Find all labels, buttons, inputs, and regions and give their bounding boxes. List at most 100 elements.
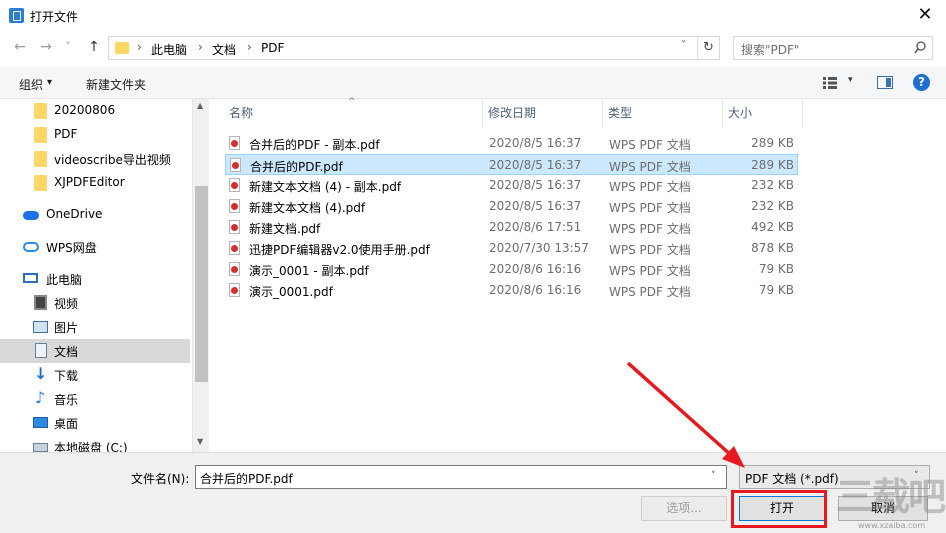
file-size: 492 KB: [751, 220, 794, 234]
file-size: 232 KB: [751, 199, 794, 213]
file-row[interactable]: 新建文本文档 (4) - 副本.pdf 2020/8/5 16:37 WPS P…: [225, 175, 798, 196]
window-title: 打开文件: [30, 10, 79, 24]
sidebar-item-desktop[interactable]: 桌面: [0, 411, 190, 435]
file-name: 合并后的PDF.pdf: [250, 160, 343, 174]
sidebar-item-label: videoscribe导出视频: [54, 153, 171, 167]
address-bar[interactable]: › 此电脑 › 文档 › PDF ˅: [108, 36, 698, 60]
sidebar-item-music[interactable]: ♪ 音乐: [0, 387, 190, 411]
sidebar-item-label: 图片: [54, 321, 79, 335]
file-type: WPS PDF 文档: [609, 264, 691, 278]
column-header-type[interactable]: 类型: [603, 99, 723, 127]
picture-icon: [33, 321, 48, 333]
preview-pane-icon[interactable]: [877, 76, 893, 89]
file-modified: 2020/8/6 16:16: [489, 262, 582, 276]
sidebar-item-wps-cloud[interactable]: WPS网盘: [0, 235, 190, 259]
download-icon: ↓: [34, 364, 48, 383]
sidebar-scrollbar[interactable]: ▲ ▼: [192, 99, 209, 452]
help-icon[interactable]: ?: [913, 74, 930, 91]
file-row[interactable]: 演示_0001.pdf 2020/8/6 16:16 WPS PDF 文档 79…: [225, 280, 798, 301]
sidebar-item-onedrive[interactable]: OneDrive: [0, 203, 190, 227]
pdf-file-icon: [229, 199, 240, 213]
sidebar-item-label: 视频: [54, 297, 79, 311]
file-modified: 2020/8/6 16:16: [489, 283, 582, 297]
file-size: 79 KB: [758, 262, 794, 276]
file-type: WPS PDF 文档: [609, 201, 691, 215]
scrollbar-thumb[interactable]: [195, 186, 208, 382]
pdf-file-icon: [229, 136, 240, 150]
pdf-file-icon: [229, 178, 240, 192]
breadcrumb-documents[interactable]: 文档: [212, 41, 236, 58]
sidebar-item-downloads[interactable]: ↓ 下载: [0, 363, 190, 387]
watermark-logo: 三载吧: [836, 475, 946, 519]
forward-arrow-icon[interactable]: →: [36, 36, 56, 58]
view-options-icon[interactable]: [823, 77, 837, 89]
recent-locations-chevron-icon[interactable]: ˅: [58, 36, 78, 58]
search-box[interactable]: 搜索"PDF": [733, 36, 933, 60]
sidebar-item-pdf[interactable]: PDF: [0, 123, 190, 147]
up-arrow-icon[interactable]: ↑: [84, 36, 104, 58]
breadcrumb-separator: ›: [137, 40, 142, 54]
sidebar-item-documents[interactable]: 文档: [0, 339, 190, 363]
document-icon: [35, 343, 47, 358]
file-name: 新建文本文档 (4).pdf: [249, 201, 366, 215]
file-modified: 2020/7/30 13:57: [489, 241, 589, 255]
filename-label: 文件名(N):: [131, 472, 190, 486]
sidebar-item-videos[interactable]: 视频: [0, 291, 190, 315]
sidebar-item-label: 下载: [54, 369, 79, 383]
filename-dropdown-icon[interactable]: ˅: [711, 471, 716, 481]
pdf-file-icon: [229, 220, 240, 234]
navigation-pane: 20200806 PDF videoscribe导出视频 XJPDFEditor…: [0, 99, 192, 452]
back-arrow-icon[interactable]: ←: [10, 36, 30, 58]
file-row[interactable]: 演示_0001 - 副本.pdf 2020/8/6 16:16 WPS PDF …: [225, 259, 798, 280]
refresh-icon[interactable]: ↻: [698, 36, 720, 60]
file-name: 合并后的PDF - 副本.pdf: [249, 138, 380, 152]
sidebar-item-this-pc[interactable]: 此电脑: [0, 267, 190, 291]
close-icon[interactable]: ✕: [910, 2, 940, 28]
organize-dropdown-icon[interactable]: ▾: [47, 77, 52, 88]
new-folder-button[interactable]: 新建文件夹: [86, 76, 146, 93]
scroll-up-icon[interactable]: ▲: [197, 101, 203, 110]
sidebar-item-20200806[interactable]: 20200806: [0, 99, 190, 123]
options-button[interactable]: 选项...: [641, 496, 727, 521]
sidebar-item-label: 此电脑: [46, 273, 83, 287]
file-row-selected[interactable]: 合并后的PDF.pdf 2020/8/5 16:37 WPS PDF 文档 28…: [225, 154, 798, 175]
sidebar-item-label: XJPDFEditor: [54, 175, 125, 189]
command-bar: 组织 ▾ 新建文件夹 ▾ ?: [0, 67, 946, 99]
scroll-down-icon[interactable]: ▼: [197, 437, 203, 446]
breadcrumb-pdf[interactable]: PDF: [261, 41, 284, 55]
sidebar-item-label: 本地磁盘 (C:): [54, 441, 128, 452]
sidebar-item-pictures[interactable]: 图片: [0, 315, 190, 339]
file-row[interactable]: 合并后的PDF - 副本.pdf 2020/8/5 16:37 WPS PDF …: [225, 133, 798, 154]
organize-button[interactable]: 组织: [19, 76, 43, 93]
address-dropdown-icon[interactable]: ˅: [681, 40, 686, 51]
music-icon: ♪: [35, 388, 46, 407]
sidebar-item-label: 音乐: [54, 393, 79, 407]
breadcrumb-this-pc[interactable]: 此电脑: [151, 41, 187, 58]
sidebar-item-xjpdfeditor[interactable]: XJPDFEditor: [0, 171, 190, 195]
column-header-name[interactable]: 名称: [224, 99, 483, 127]
file-name: 新建文档.pdf: [249, 222, 321, 236]
sidebar-item-label: 文档: [54, 345, 79, 359]
annotation-highlight-box: [731, 490, 827, 528]
view-dropdown-icon[interactable]: ▾: [848, 75, 853, 85]
pdf-file-icon: [229, 283, 240, 297]
file-type: WPS PDF 文档: [609, 160, 691, 174]
file-name: 演示_0001 - 副本.pdf: [249, 264, 369, 278]
search-icon[interactable]: [914, 41, 926, 55]
sidebar-item-local-disk-c[interactable]: 本地磁盘 (C:): [0, 435, 190, 452]
column-header-size[interactable]: 大小: [723, 99, 803, 127]
folder-icon: [115, 42, 129, 54]
sidebar-item-videoscribe[interactable]: videoscribe导出视频: [0, 147, 190, 171]
file-type: WPS PDF 文档: [609, 138, 691, 152]
filename-value: 合并后的PDF.pdf: [200, 472, 293, 486]
app-icon: [9, 8, 24, 23]
filename-input[interactable]: 合并后的PDF.pdf ˅: [195, 465, 727, 489]
file-row[interactable]: 迅捷PDF编辑器v2.0使用手册.pdf 2020/7/30 13:57 WPS…: [225, 238, 798, 259]
desktop-icon: [33, 417, 48, 428]
breadcrumb-separator: ›: [198, 40, 203, 54]
file-size: 289 KB: [751, 158, 794, 172]
column-header-modified[interactable]: 修改日期: [483, 99, 603, 127]
file-row[interactable]: 新建文本文档 (4).pdf 2020/8/5 16:37 WPS PDF 文档…: [225, 196, 798, 217]
file-row[interactable]: 新建文档.pdf 2020/8/6 17:51 WPS PDF 文档 492 K…: [225, 217, 798, 238]
file-type: WPS PDF 文档: [609, 285, 691, 299]
